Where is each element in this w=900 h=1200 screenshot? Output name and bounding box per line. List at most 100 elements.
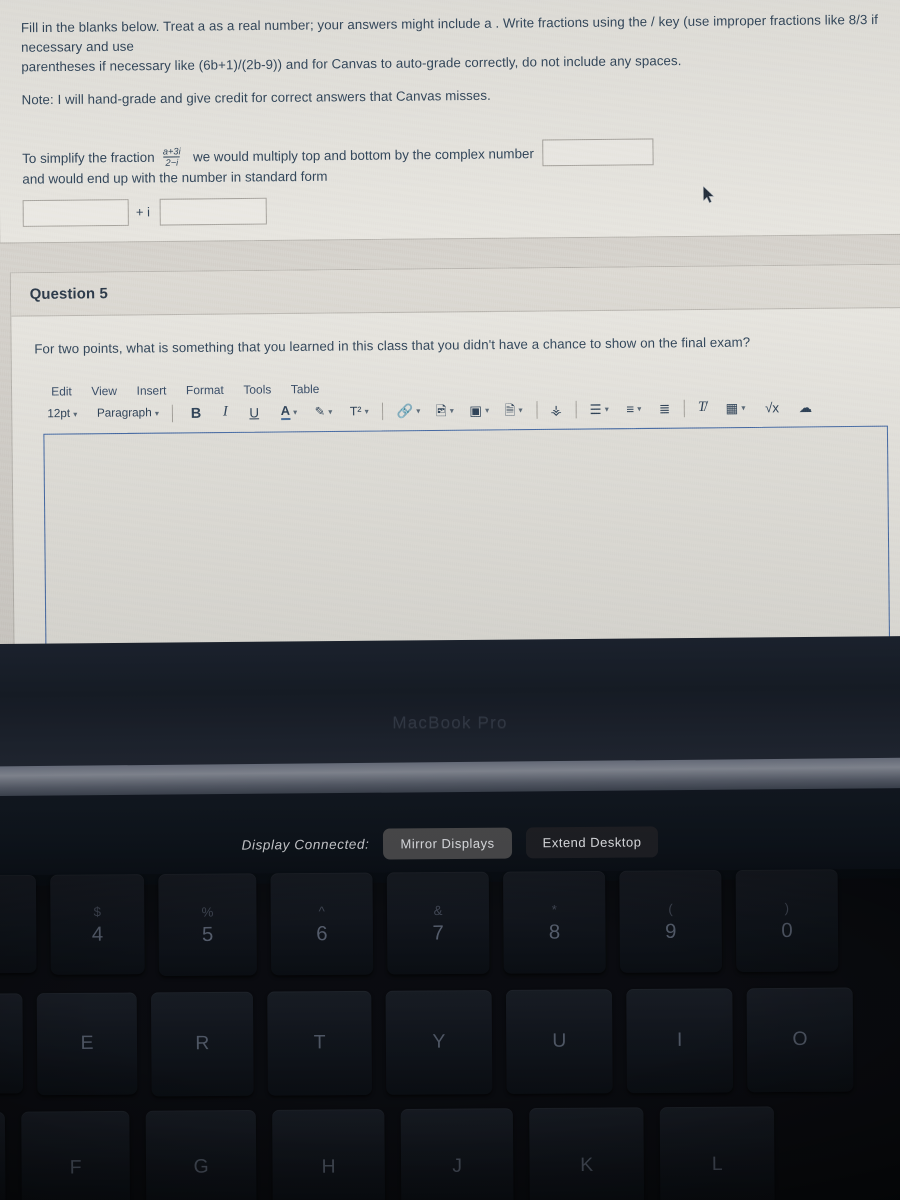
insert-media-button[interactable]: ▣ ▾ — [465, 401, 493, 419]
text-color-button[interactable]: A ▾ — [276, 402, 301, 421]
square-root-icon: √x — [764, 399, 780, 416]
insert-link-button[interactable]: 🔗 ▾ — [392, 402, 424, 420]
fill-suffix-label: and would end up with the number in stan… — [22, 168, 328, 187]
font-size-select[interactable]: 12pt ▾ — [43, 406, 81, 423]
fill-in-blank-row-1: To simplify the fraction a+3i 2−i we wou… — [22, 136, 900, 187]
rich-content-editor: Edit View Insert Format Tools Table 12pt… — [35, 377, 899, 650]
key-4-shift: $ — [93, 903, 102, 919]
display-connected-label: Display Connected: — [241, 836, 370, 853]
highlight-color-button[interactable]: ✎ ▾ — [311, 403, 337, 420]
save-cloud-button[interactable]: ☁ — [794, 398, 816, 416]
key-6[interactable]: ^ 6 — [270, 872, 374, 976]
underline-icon: U — [249, 404, 260, 421]
align-button[interactable]: ☰ ▾ — [585, 400, 613, 418]
key-l-label: L — [711, 1153, 723, 1176]
toolbar-divider — [535, 400, 538, 419]
menu-item-table[interactable]: Table — [291, 383, 320, 397]
instructions-note: Note: I will hand-grade and give credit … — [21, 87, 491, 108]
question-card-fill-in-blanks: Fill in the blanks below. Treat a as a r… — [0, 0, 900, 244]
key-i[interactable]: I — [626, 988, 734, 1094]
cloud-icon: ☁ — [798, 399, 813, 415]
menu-item-edit[interactable]: Edit — [51, 385, 72, 399]
underline-button[interactable]: U — [245, 404, 263, 422]
document-icon: 🗎 — [504, 402, 516, 418]
key-u[interactable]: U — [505, 989, 613, 1094]
superscript-button[interactable]: T² ▾ — [346, 403, 373, 420]
font-size-value: 12pt — [47, 407, 71, 421]
laptop-keyboard: # 3 $ 4 % 5 ^ 6 & 7 * 8 ( 9 ) 0 — [0, 868, 900, 1200]
key-e-label: E — [80, 1032, 94, 1055]
key-w[interactable]: W — [0, 993, 24, 1094]
laptop-screen: Fill in the blanks below. Treat a as a r… — [0, 0, 900, 671]
menu-item-insert[interactable]: Insert — [137, 384, 167, 398]
chevron-down-icon: ▾ — [154, 408, 159, 418]
key-8-label: 8 — [548, 920, 561, 944]
apps-button[interactable]: ⚶ — [546, 401, 566, 419]
key-h[interactable]: H — [272, 1109, 386, 1200]
key-3[interactable]: # 3 — [0, 874, 37, 974]
bold-button[interactable]: B — [187, 404, 206, 423]
key-4[interactable]: $ 4 — [50, 874, 145, 975]
key-t[interactable]: T — [267, 990, 372, 1096]
bullet-list-button[interactable]: ≡ ▾ — [622, 400, 645, 418]
key-r[interactable]: R — [150, 991, 254, 1097]
mouse-cursor-icon — [703, 186, 715, 204]
superscript-icon: T² — [349, 404, 362, 419]
menu-item-format[interactable]: Format — [186, 384, 224, 398]
key-i-label: I — [676, 1029, 683, 1051]
indent-button[interactable]: ≣ — [655, 400, 675, 418]
fraction-denominator: 2−i — [163, 155, 181, 168]
clear-formatting-button[interactable]: T̸ — [694, 399, 710, 418]
insert-document-button[interactable]: 🗎 ▾ — [500, 401, 526, 419]
toolbar-divider — [382, 402, 384, 420]
insert-image-button[interactable]: 🖻 ▾ — [432, 402, 458, 420]
mirror-displays-button[interactable]: Mirror Displays — [383, 827, 512, 860]
key-o-label: O — [792, 1028, 808, 1051]
key-e[interactable]: E — [36, 992, 138, 1096]
keyboard-number-row: # 3 $ 4 % 5 ^ 6 & 7 * 8 ( 9 ) 0 — [0, 869, 900, 978]
italic-button[interactable]: I — [219, 403, 232, 422]
key-g[interactable]: G — [145, 1110, 257, 1200]
key-f-label: F — [69, 1157, 82, 1179]
imaginary-part-input[interactable] — [159, 197, 267, 226]
menu-item-tools[interactable]: Tools — [243, 383, 271, 397]
fill-middle-label: we would multiply top and bottom by the … — [192, 145, 534, 164]
key-8[interactable]: * 8 — [503, 870, 606, 974]
extend-desktop-button[interactable]: Extend Desktop — [525, 825, 659, 858]
key-9-shift: ( — [668, 900, 673, 916]
fraction-numerator: a+3i — [162, 145, 181, 157]
fraction-display: a+3i 2−i — [161, 146, 183, 168]
menu-item-view[interactable]: View — [91, 385, 117, 399]
chevron-down-icon: ▾ — [604, 404, 609, 414]
keyboard-home-row: D F G H J K L — [0, 1106, 879, 1200]
key-o[interactable]: O — [746, 987, 854, 1093]
real-part-input[interactable] — [22, 199, 129, 227]
chevron-down-icon: ▾ — [485, 405, 490, 415]
key-0[interactable]: ) 0 — [735, 869, 839, 973]
list-icon: ≡ — [626, 401, 635, 417]
key-j[interactable]: J — [400, 1108, 514, 1200]
key-5-label: 5 — [201, 923, 214, 946]
key-4-label: 4 — [91, 922, 104, 946]
key-7[interactable]: & 7 — [386, 871, 490, 975]
answer-textarea[interactable] — [43, 425, 890, 650]
key-7-label: 7 — [432, 921, 444, 945]
equation-button[interactable]: √x — [761, 399, 783, 417]
key-9[interactable]: ( 9 — [619, 870, 723, 973]
toolbar-divider — [172, 404, 174, 422]
block-format-select[interactable]: Paragraph ▾ — [93, 405, 163, 422]
key-l[interactable]: L — [659, 1106, 775, 1200]
macbook-pro-logo: MacBook Pro — [392, 713, 508, 732]
key-d[interactable]: D — [0, 1111, 6, 1200]
key-k[interactable]: K — [529, 1107, 645, 1200]
complex-number-input[interactable] — [542, 138, 654, 167]
question-5-body: For two points, what is something that y… — [11, 308, 900, 660]
bold-icon: B — [190, 404, 202, 422]
insert-table-button[interactable]: ▦ ▾ — [721, 399, 749, 417]
link-icon: 🔗 — [396, 403, 414, 419]
key-5[interactable]: % 5 — [158, 873, 257, 977]
key-f[interactable]: F — [21, 1110, 131, 1200]
key-y[interactable]: Y — [385, 990, 493, 1095]
clear-formatting-icon: T̸ — [697, 399, 707, 416]
chevron-down-icon: ▾ — [518, 405, 523, 415]
